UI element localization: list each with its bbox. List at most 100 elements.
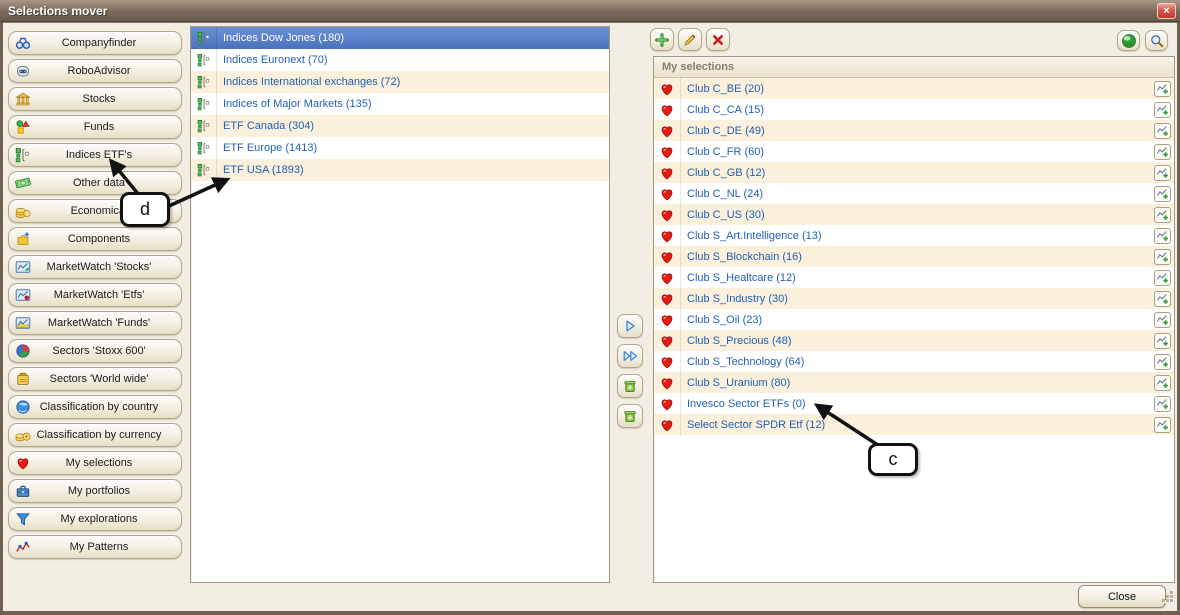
- chart-add-button[interactable]: [1154, 207, 1171, 223]
- source-row[interactable]: Indices of Major Markets (135): [191, 93, 609, 115]
- chart-add-button[interactable]: [1154, 249, 1171, 265]
- chart-add-button[interactable]: [1154, 333, 1171, 349]
- chart-add-button[interactable]: [1154, 417, 1171, 433]
- double-arrow-right-icon: [622, 348, 638, 364]
- move-right-button[interactable]: [617, 314, 643, 338]
- selection-row[interactable]: Club S_Blockchain (16): [654, 246, 1174, 267]
- trash-icon: [622, 378, 638, 394]
- source-row[interactable]: Indices International exchanges (72): [191, 71, 609, 93]
- chart-add-icon: [1156, 250, 1169, 263]
- edit-pencil-icon: [682, 32, 698, 48]
- selection-row[interactable]: Club C_DE (49): [654, 120, 1174, 141]
- heart-icon: [654, 183, 681, 204]
- resize-grip[interactable]: [1161, 590, 1175, 609]
- sidebar-item-components[interactable]: Components: [8, 227, 182, 251]
- source-row[interactable]: Indices Euronext (70): [191, 49, 609, 71]
- globe-button[interactable]: [1117, 30, 1140, 51]
- chart-add-button[interactable]: [1154, 102, 1171, 118]
- chart-add-button[interactable]: [1154, 396, 1171, 412]
- close-button[interactable]: Close: [1078, 585, 1166, 608]
- index-list-icon: [191, 115, 217, 137]
- chart-add-icon: [1156, 355, 1169, 368]
- chart-add-button[interactable]: [1154, 375, 1171, 391]
- window-title: Selections mover: [8, 4, 107, 18]
- selection-row[interactable]: Club C_US (30): [654, 204, 1174, 225]
- heart-icon: [654, 288, 681, 309]
- heart-icon: [654, 372, 681, 393]
- selection-rows: Club C_BE (20) Club C_CA (15) Club C_DE …: [654, 78, 1174, 435]
- delete-selection-button[interactable]: [706, 28, 730, 51]
- source-row[interactable]: ETF Europe (1413): [191, 137, 609, 159]
- briefcase-icon: [15, 483, 31, 499]
- heart-icon: [654, 309, 681, 330]
- index-list-icon: [191, 159, 217, 181]
- funnel-icon: [15, 511, 31, 527]
- pattern-icon: [15, 539, 31, 555]
- chart-add-button[interactable]: [1154, 165, 1171, 181]
- move-all-to-trash-button[interactable]: [617, 404, 643, 428]
- chart-add-button[interactable]: [1154, 81, 1171, 97]
- selection-row[interactable]: Club S_Art.Intelligence (13): [654, 225, 1174, 246]
- add-selection-button[interactable]: [650, 28, 674, 51]
- move-to-trash-button[interactable]: [617, 374, 643, 398]
- sidebar-item-marketwatch-funds[interactable]: MarketWatch 'Funds': [8, 311, 182, 335]
- selections-mover-window: { "window": { "title": "Selections mover…: [0, 0, 1180, 615]
- chart-add-icon: [1156, 418, 1169, 431]
- trash-icon: [622, 408, 638, 424]
- sidebar-item-companyfinder[interactable]: Companyfinder: [8, 31, 182, 55]
- sidebar-item-my-portfolios[interactable]: My portfolios: [8, 479, 182, 503]
- heart-icon: [654, 78, 681, 99]
- selection-row[interactable]: Club S_Uranium (80): [654, 372, 1174, 393]
- sidebar-item-my-selections[interactable]: My selections: [8, 451, 182, 475]
- window-close-button[interactable]: ×: [1157, 3, 1176, 19]
- selection-row[interactable]: Club S_Oil (23): [654, 309, 1174, 330]
- sidebar-item-classification-by-currency[interactable]: Classification by currency: [8, 423, 182, 447]
- selection-row[interactable]: Club C_FR (60): [654, 141, 1174, 162]
- index-list-icon: [191, 137, 217, 159]
- chart-add-button[interactable]: [1154, 228, 1171, 244]
- sidebar-item-funds[interactable]: Funds: [8, 115, 182, 139]
- green-sphere-icon: [1121, 33, 1137, 49]
- chart-add-button[interactable]: [1154, 270, 1171, 286]
- selection-row[interactable]: Invesco Sector ETFs (0): [654, 393, 1174, 414]
- chart-add-button[interactable]: [1154, 312, 1171, 328]
- index-list-icon: [191, 71, 217, 93]
- selection-row[interactable]: Club S_Precious (48): [654, 330, 1174, 351]
- selection-row[interactable]: Club C_BE (20): [654, 78, 1174, 99]
- sidebar-item-sectors-world-wide[interactable]: Sectors 'World wide': [8, 367, 182, 391]
- sidebar-item-marketwatch-etfs[interactable]: MarketWatch 'Etfs': [8, 283, 182, 307]
- selection-row[interactable]: Club S_Technology (64): [654, 351, 1174, 372]
- sidebar-item-classification-by-country[interactable]: Classification by country: [8, 395, 182, 419]
- chart-add-button[interactable]: [1154, 144, 1171, 160]
- selection-row[interactable]: Club C_NL (24): [654, 183, 1174, 204]
- arrow-right-icon: [622, 318, 638, 334]
- sidebar-item-sectors-stoxx-600[interactable]: Sectors 'Stoxx 600': [8, 339, 182, 363]
- chart-add-button[interactable]: [1154, 291, 1171, 307]
- sidebar-item-my-explorations[interactable]: My explorations: [8, 507, 182, 531]
- chart-add-button[interactable]: [1154, 186, 1171, 202]
- title-bar: Selections mover: [0, 0, 1180, 22]
- bank-icon: [15, 91, 31, 107]
- selection-row[interactable]: Club S_Healtcare (12): [654, 267, 1174, 288]
- chart-add-button[interactable]: [1154, 354, 1171, 370]
- annotation-box-d: d: [120, 192, 170, 227]
- chart-add-button[interactable]: [1154, 123, 1171, 139]
- sidebar-item-roboadvisor[interactable]: RoboAdvisor: [8, 59, 182, 83]
- move-all-right-button[interactable]: [617, 344, 643, 368]
- selection-row[interactable]: Club C_CA (15): [654, 99, 1174, 120]
- annotation-box-c: c: [868, 443, 918, 476]
- sidebar-item-my-patterns[interactable]: My Patterns: [8, 535, 182, 559]
- source-row[interactable]: ETF Canada (304): [191, 115, 609, 137]
- sidebar-item-indices-etfs[interactable]: Indices ETF's: [8, 143, 182, 167]
- selection-row[interactable]: Select Sector SPDR Etf (12): [654, 414, 1174, 435]
- source-row[interactable]: Indices Dow Jones (180): [191, 27, 609, 49]
- sidebar-item-marketwatch-stocks[interactable]: MarketWatch 'Stocks': [8, 255, 182, 279]
- sidebar-item-stocks[interactable]: Stocks: [8, 87, 182, 111]
- edit-selection-button[interactable]: [678, 28, 702, 51]
- search-button[interactable]: [1145, 30, 1168, 51]
- heart-icon: [654, 414, 681, 435]
- heart-icon: [654, 141, 681, 162]
- selection-row[interactable]: Club S_Industry (30): [654, 288, 1174, 309]
- source-row[interactable]: ETF USA (1893): [191, 159, 609, 181]
- selection-row[interactable]: Club C_GB (12): [654, 162, 1174, 183]
